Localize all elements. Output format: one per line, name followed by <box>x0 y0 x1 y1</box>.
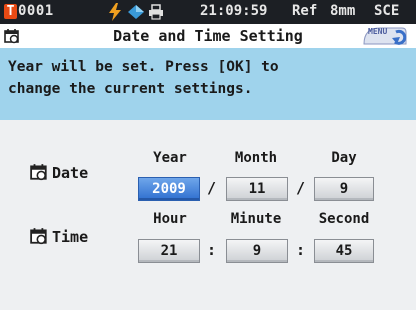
mode-indicator: SCE <box>374 3 400 19</box>
page-title: Date and Time Setting <box>113 27 303 45</box>
year-header: Year <box>153 150 187 166</box>
calendar-icon <box>30 164 47 181</box>
sample-number: 0001 <box>18 3 54 19</box>
menu-label: MENU <box>368 27 388 36</box>
bolt-icon <box>109 3 121 21</box>
second-field[interactable]: 45 <box>314 239 374 263</box>
printer-icon <box>149 4 163 20</box>
year-field[interactable]: 2009 <box>138 177 200 201</box>
hour-header: Hour <box>153 211 187 227</box>
month-field[interactable]: 11 <box>226 177 288 201</box>
date-label: Date <box>52 164 89 182</box>
day-header: Day <box>331 150 357 166</box>
instruction-message: Year will be set. Press [OK] to change t… <box>8 59 279 97</box>
diamond-icon <box>128 5 144 19</box>
clock-readout: 21:09:59 <box>200 3 268 19</box>
instrument-screen: T 0001 21:09:59 Ref 8mm SCE Date and Tim… <box>0 0 416 310</box>
calendar-icon <box>30 228 47 245</box>
month-header: Month <box>234 150 278 166</box>
day-field[interactable]: 9 <box>314 177 374 201</box>
reference-indicator: Ref <box>292 3 318 19</box>
time-label: Time <box>52 228 89 246</box>
minute-field[interactable]: 9 <box>226 239 288 263</box>
time-separator: : <box>207 241 217 259</box>
second-header: Second <box>318 211 370 227</box>
date-separator: / <box>207 179 217 197</box>
minute-header: Minute <box>230 211 282 227</box>
time-separator: : <box>296 241 306 259</box>
hour-field[interactable]: 21 <box>138 239 200 263</box>
target-badge: T <box>4 4 17 19</box>
title-bar: Date and Time Setting <box>0 24 416 48</box>
aperture-indicator: 8mm <box>330 3 356 19</box>
date-separator: / <box>296 179 306 197</box>
status-bar: T 0001 21:09:59 Ref 8mm SCE <box>0 0 416 24</box>
